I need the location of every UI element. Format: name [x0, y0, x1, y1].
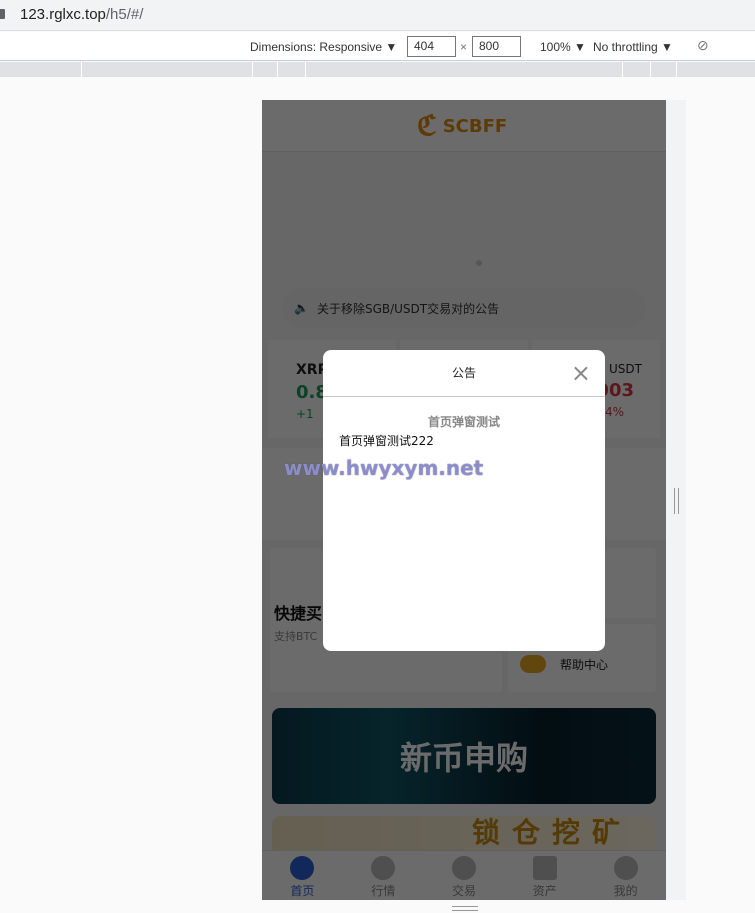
logo: ℭ SCBFF — [417, 112, 507, 140]
rotate-icon[interactable]: ⊘ — [697, 37, 709, 54]
speaker-icon: 🔈 — [294, 301, 309, 315]
notice-bar[interactable]: 🔈 关于移除SGB/USDT交易对的公告 — [282, 288, 646, 328]
bottom-tab-bar: 首页 行情 交易 资产 我的 — [262, 850, 666, 900]
zoom-select[interactable]: 100% ▼ — [540, 40, 586, 54]
media-query-bar[interactable] — [0, 62, 755, 77]
user-icon — [613, 856, 638, 880]
tab-home[interactable]: 首页 — [262, 851, 343, 900]
logo-mark: ℭ — [417, 109, 437, 142]
browser-address-bar[interactable]: 123.rglxc.top/h5/#/ — [0, 0, 755, 31]
announcement-modal: 公告 × 首页弹窗测试 首页弹窗测试222 — [323, 350, 605, 651]
tab-label: 我的 — [613, 884, 638, 898]
height-input[interactable]: 800 — [472, 36, 521, 57]
help-icon — [520, 655, 546, 673]
logo-text: SCBFF — [442, 115, 508, 137]
tab-assets[interactable]: 资产 — [504, 851, 585, 900]
devtools-device-toolbar: Dimensions: Responsive ▼ 404 × 800 100% … — [0, 32, 755, 61]
staking-title: 锁仓挖矿 — [472, 816, 633, 849]
width-input[interactable]: 404 — [407, 36, 456, 57]
tab-label: 资产 — [532, 884, 557, 898]
tab-market[interactable]: 行情 — [343, 851, 424, 900]
close-icon[interactable]: × — [571, 361, 591, 385]
tab-label: 交易 — [451, 884, 476, 898]
url-text[interactable]: 123.rglxc.top/h5/#/ — [20, 6, 143, 23]
modal-body: 首页弹窗测试222 — [339, 434, 434, 448]
tab-label: 首页 — [290, 884, 315, 898]
notice-text: 关于移除SGB/USDT交易对的公告 — [316, 301, 500, 316]
exchange-icon — [451, 856, 476, 880]
modal-title: 公告 — [323, 350, 605, 397]
times-sign: × — [460, 40, 468, 54]
throttling-select[interactable]: No throttling ▼ — [593, 40, 673, 54]
tab-label: 行情 — [371, 884, 396, 898]
wallet-icon — [532, 856, 557, 880]
lock-icon — [0, 9, 5, 19]
dimensions-select[interactable]: Dimensions: Responsive ▼ — [250, 40, 397, 54]
new-coin-banner[interactable]: 新币申购 — [272, 708, 656, 804]
app-header: ℭ SCBFF — [262, 100, 666, 152]
modal-heading: 首页弹窗测试 — [427, 415, 500, 429]
tab-trade[interactable]: 交易 — [424, 851, 505, 900]
home-icon — [290, 856, 315, 880]
watermark: www.hwyxym.net — [284, 456, 484, 480]
tab-mine[interactable]: 我的 — [585, 851, 666, 900]
new-coin-title: 新币申购 — [399, 739, 528, 777]
help-center-label: 帮助中心 — [560, 657, 609, 672]
carousel-dot[interactable] — [476, 260, 482, 266]
chart-trend-icon — [371, 856, 396, 880]
resize-handle-right[interactable] — [674, 488, 679, 514]
resize-handle-bottom[interactable] — [452, 906, 478, 911]
